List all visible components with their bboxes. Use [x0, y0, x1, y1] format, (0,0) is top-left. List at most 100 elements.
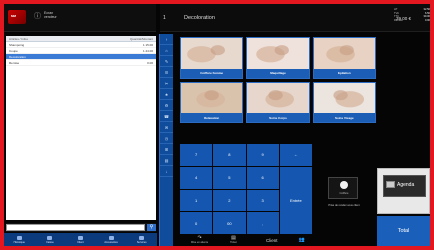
vertical-nav: ↑ ⌂ ✎ ☰ ✂ ★ ⚙ ☎ ✉ ◷ ⊞ ▤ ↓ — [159, 34, 173, 246]
brand-icon — [340, 181, 348, 189]
service-tile[interactable]: Epilation — [312, 37, 376, 79]
keypad-key[interactable]: 0 — [180, 212, 213, 234]
toolbar-button[interactable]: Accessoires — [98, 234, 124, 246]
booking-logo[interactable]: Coiffure — [328, 177, 358, 199]
service-photo — [247, 38, 309, 69]
agenda-button[interactable]: Agenda — [377, 168, 430, 214]
service-photo — [181, 38, 243, 69]
toolbar-button[interactable]: Historique — [6, 234, 32, 246]
nav-icon[interactable]: ▤ — [160, 155, 173, 166]
row-amount: 1 15.00 — [142, 43, 153, 47]
service-photo — [313, 82, 375, 113]
numeric-keypad: 7 8 9 ← 4 5 6 1 2 3 Entrée 0 00, — [180, 144, 312, 234]
toolbar-button[interactable]: Caisse — [37, 234, 63, 246]
ticket-list: Articles / Infos Quantité/Montant Shampo… — [6, 36, 156, 220]
service-tile[interactable]: Coiffure Femme — [180, 37, 244, 79]
keypad-key[interactable]: 8 — [213, 144, 246, 166]
service-tile[interactable]: Soins Visage — [312, 81, 376, 123]
users-button[interactable]: 👥 — [298, 236, 305, 243]
photo-placeholder — [256, 45, 290, 63]
totals-summary: HT 32.50 TVA 6.50 TTC 39.00 Remise 0.00 — [394, 8, 430, 22]
nav-icon[interactable]: ☎ — [160, 111, 173, 122]
service-label: Coiffure Femme — [181, 68, 243, 78]
service-label: Relaxation — [181, 113, 243, 122]
row-name: Remise — [9, 61, 20, 65]
search-input[interactable] — [6, 224, 145, 231]
keypad-key[interactable]: 7 — [180, 144, 213, 166]
nav-icon[interactable]: ⊞ — [160, 144, 173, 155]
action-strip: ↷ Mise en attente ▤ Ticket 👥 — [180, 234, 316, 246]
row-name: Shampoing — [9, 43, 25, 47]
service-label: Maquillage — [247, 68, 309, 78]
toolbar-icon — [16, 235, 22, 240]
row-name: Coupe — [9, 49, 18, 53]
toolbar-button[interactable]: Client — [67, 234, 93, 246]
booking-text: Prise de rendez-vous client — [328, 204, 360, 207]
toolbar-button[interactable]: Services — [129, 234, 155, 246]
info-icon[interactable]: ⓘ — [34, 13, 41, 21]
calendar-icon — [386, 181, 395, 188]
shop-name: Ecran vendeur — [44, 11, 57, 19]
nav-icon[interactable]: ✂ — [160, 78, 173, 89]
ticket-button[interactable]: ▤ Ticket — [230, 236, 237, 245]
photo-placeholder — [333, 89, 364, 107]
nav-icon[interactable]: ✉ — [160, 122, 173, 133]
keypad-key[interactable]: 2 — [213, 189, 246, 212]
photo-placeholder — [187, 45, 225, 63]
summary-row: Remise 0.00 — [394, 18, 430, 22]
search-icon[interactable]: ⚲ — [147, 224, 156, 231]
brand-logo: MM — [8, 10, 26, 24]
photo-placeholder — [325, 45, 355, 63]
keypad-key[interactable]: 6 — [246, 166, 279, 189]
keypad-key[interactable]: , — [246, 212, 279, 234]
photo-placeholder — [265, 89, 295, 107]
search-bar: ⚲ — [6, 223, 156, 232]
pos-screen: MM ⓘ Ecran vendeur Articles / Infos Quan… — [4, 4, 430, 246]
page-title: Decoloration — [184, 15, 215, 21]
service-label: Soins Visage — [313, 113, 375, 122]
nav-icon[interactable]: ☰ — [160, 67, 173, 78]
hold-button[interactable]: ↷ Mise en attente — [191, 236, 208, 245]
nav-icon[interactable]: ★ — [160, 89, 173, 100]
client-button[interactable]: Client — [266, 238, 278, 243]
service-photo — [181, 82, 243, 113]
bottom-toolbar: Historique Caisse Client Accessoires Service… — [4, 233, 157, 246]
service-label: Epilation — [313, 68, 375, 78]
keypad-key[interactable]: Entrée — [279, 166, 312, 234]
row-amount: 1 24.00 — [142, 49, 153, 53]
service-tile[interactable]: Soins Corps — [246, 81, 310, 123]
service-tile[interactable]: Relaxation — [180, 81, 244, 123]
users-icon: 👥 — [298, 236, 305, 243]
service-tile[interactable]: Maquillage — [246, 37, 310, 79]
nav-icon[interactable]: ⚙ — [160, 100, 173, 111]
row-amount: 0.00 — [147, 61, 153, 65]
service-photo — [313, 38, 375, 69]
toolbar-icon — [47, 235, 53, 240]
nav-icon[interactable]: ◷ — [160, 133, 173, 144]
header: 1 Decoloration 39.00 € — [160, 4, 430, 32]
keypad-key[interactable]: 5 — [213, 166, 246, 189]
nav-icon[interactable]: ↑ — [160, 34, 173, 45]
toolbar-icon — [108, 235, 114, 240]
keypad-key[interactable]: ← — [279, 144, 312, 166]
toolbar-icon — [139, 235, 145, 240]
keypad-key[interactable]: 4 — [180, 166, 213, 189]
photo-placeholder — [196, 89, 225, 107]
nav-icon[interactable]: ⌂ — [160, 45, 173, 56]
total-button[interactable]: Total — [377, 216, 430, 246]
nav-icon[interactable]: ✎ — [160, 56, 173, 67]
table-row[interactable]: Remise 0.00 — [6, 60, 156, 66]
keypad-key[interactable]: 00 — [213, 212, 246, 234]
service-photo — [247, 82, 309, 113]
agenda-panel: Agenda — [383, 175, 426, 197]
keypad-key[interactable]: 1 — [180, 189, 213, 212]
shop-header: MM ⓘ Ecran vendeur — [4, 4, 156, 32]
ticket-number: 1 — [163, 15, 166, 21]
nav-icon[interactable]: ↓ — [160, 166, 173, 177]
service-label: Soins Corps — [247, 113, 309, 122]
row-name: Decoloration — [9, 55, 26, 59]
keypad-key[interactable]: 3 — [246, 189, 279, 212]
keypad-key[interactable]: 9 — [246, 144, 279, 166]
service-grid: Coiffure Femme Maquillage Epilation Rela… — [180, 37, 376, 123]
toolbar-icon — [77, 235, 83, 240]
